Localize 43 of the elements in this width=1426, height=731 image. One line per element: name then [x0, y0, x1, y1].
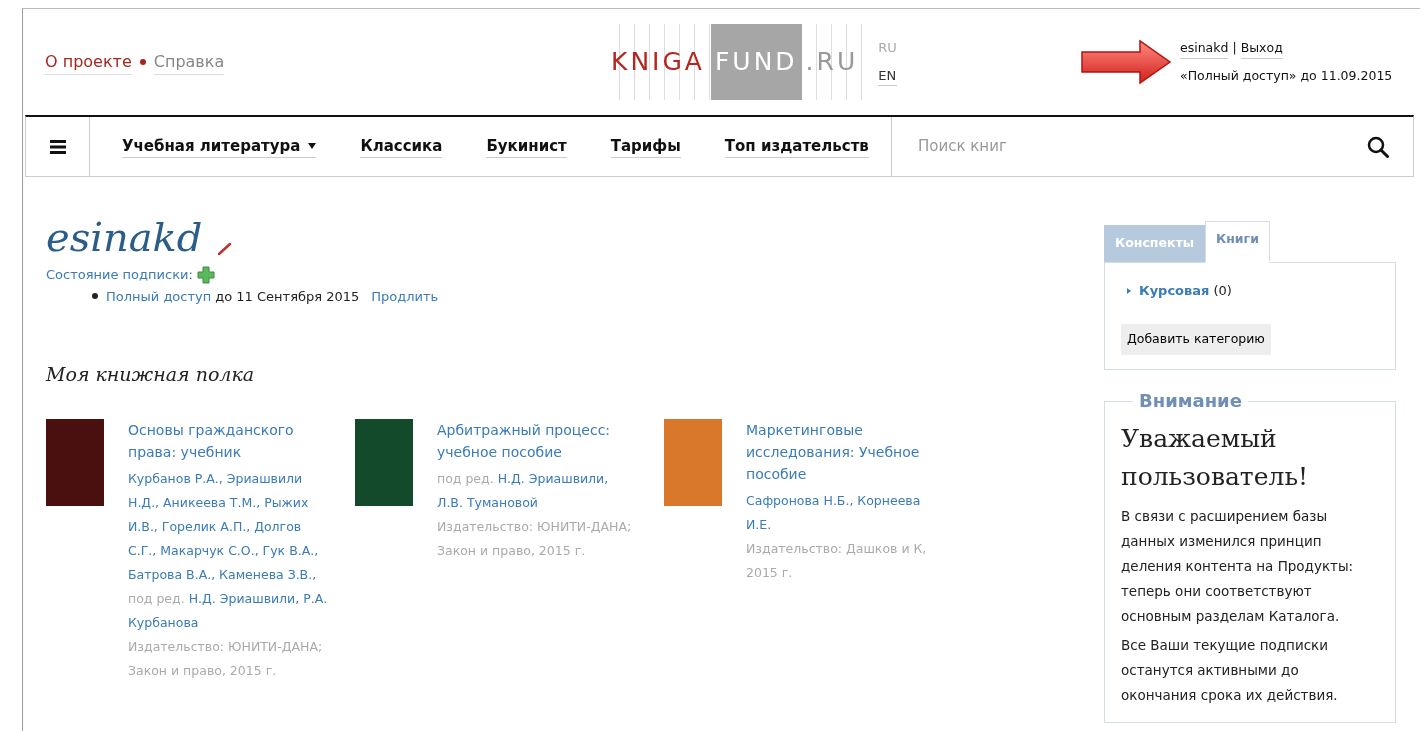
- book-authors: Сафронова Н.Б., Корнеева И.Е.: [746, 491, 922, 534]
- book-publisher: Издательство: ЮНИТИ-ДАНА; Закон и право, 2015 г.: [128, 637, 324, 680]
- book-title[interactable]: Основы гражданского права: учебник: [128, 418, 328, 463]
- list-bullet: [92, 293, 98, 300]
- search-icon[interactable]: [1367, 135, 1389, 158]
- username-link[interactable]: esinakd: [1180, 38, 1229, 59]
- plus-icon[interactable]: [196, 265, 215, 284]
- subscription-text: «Полный доступ» до 11.09.2015: [1180, 66, 1394, 85]
- site-logo[interactable]: KNIGA FUND .RU: [605, 24, 863, 100]
- header-link[interactable]: О проекте: [45, 49, 132, 75]
- renew-link[interactable]: Продлить: [371, 286, 439, 306]
- notice-heading: Уважаемый пользователь!: [1121, 423, 1310, 493]
- notice-text: Все Ваши текущие подписки останутся активными до окончания срока их действия.: [1121, 636, 1339, 705]
- bullet-icon: [1127, 287, 1131, 294]
- logout-link[interactable]: Выход: [1240, 38, 1283, 59]
- notice-legend: Внимание: [1133, 392, 1248, 410]
- notice-text: В связи с расширением базы данных изменился принцип деления контента на Продукты: теперь они соответствуют основным разделам Каталога.: [1121, 507, 1355, 626]
- category-count: (0): [1213, 281, 1232, 300]
- book-title[interactable]: Арбитражный процесс: учебное пособие: [437, 418, 637, 463]
- language-link[interactable]: EN: [878, 65, 897, 86]
- book-authors: Курбанов Р.А., Эриашвили Н.Д., Аникеева Т.М., Рыжих И.В., Горелик А.П., Долгов С.Г., Макарчук С.О., Гук В.А., Батрова В.А., Каменева З.В., под ред. Н.Д. Эриашвили, Р.А. Курбанова: [128, 469, 328, 632]
- pencil-icon[interactable]: [218, 241, 233, 255]
- plan-link[interactable]: Полный доступ: [106, 286, 212, 306]
- nav-link[interactable]: Топ издательств: [724, 134, 869, 159]
- subscription-label: Состояние подписки:: [46, 266, 193, 284]
- book-publisher: Издательство: Дашков и К, 2015 г.: [746, 539, 928, 582]
- nav-link[interactable]: Букинист: [486, 134, 567, 159]
- category-link[interactable]: Курсовая: [1139, 280, 1210, 301]
- expiry-text: до 11 Сентября 2015: [215, 287, 360, 306]
- add-category-button[interactable]: Добавить категорию: [1121, 324, 1271, 355]
- header-link[interactable]: Справка: [153, 49, 225, 75]
- sidebar-tab[interactable]: Книги: [1205, 221, 1270, 263]
- menu-icon: [49, 139, 66, 154]
- book-authors: под ред. Н.Д. Эриашвили, Л.В. Тумановой: [437, 469, 610, 512]
- separator-text: |: [1232, 38, 1237, 57]
- book-publisher: Издательство: ЮНИТИ-ДАНА; Закон и право, 2015 г.: [437, 517, 633, 560]
- shelf-title: Моя книжная полка: [46, 362, 256, 387]
- profile-name: esinakd: [46, 217, 203, 257]
- separator-dot: [139, 59, 146, 65]
- nav-link[interactable]: Тарифы: [610, 134, 681, 159]
- book-title[interactable]: Маркетинговые исследования: Учебное пособие: [746, 418, 946, 485]
- nav-link[interactable]: Учебная литература: [122, 134, 317, 159]
- nav-link[interactable]: Классика: [360, 134, 443, 159]
